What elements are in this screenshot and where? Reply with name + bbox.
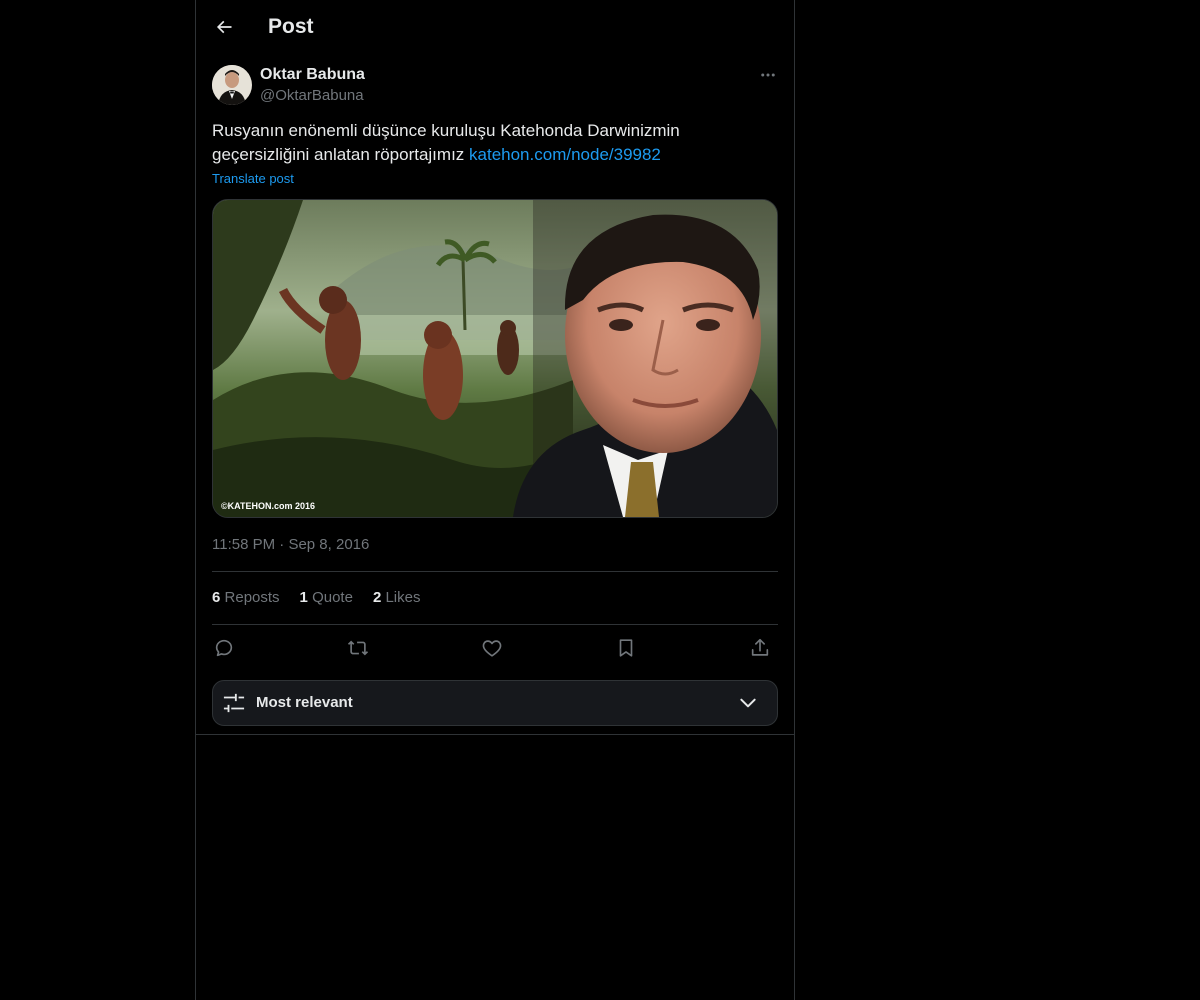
bookmark-button[interactable] bbox=[614, 636, 638, 660]
quote-count: 1 bbox=[299, 589, 308, 606]
back-button[interactable] bbox=[206, 9, 242, 45]
chevron-down-icon bbox=[740, 698, 756, 708]
post-stats: 6 Reposts 1 Quote 2 Likes bbox=[212, 588, 420, 608]
share-button[interactable] bbox=[748, 636, 772, 660]
reposts-count: 6 bbox=[212, 589, 221, 606]
likes-stat[interactable]: 2 Likes bbox=[373, 588, 421, 608]
bookmark-icon bbox=[619, 639, 633, 657]
translate-post-link[interactable]: Translate post bbox=[212, 170, 294, 188]
avatar[interactable] bbox=[212, 65, 252, 105]
quote-label: Quote bbox=[312, 589, 353, 606]
post-text: Rusyanın enönemli düşünce kuruluşu Kateh… bbox=[212, 119, 778, 167]
post-image[interactable]: ©KATEHON.com 2016 bbox=[212, 199, 778, 518]
reply-icon bbox=[215, 639, 233, 657]
post-column: Post Oktar Babuna @OktarBabuna Rusyanın … bbox=[195, 0, 795, 1000]
divider-bottom bbox=[212, 624, 778, 625]
author-name[interactable]: Oktar Babuna bbox=[260, 65, 365, 85]
repost-button[interactable] bbox=[346, 636, 370, 660]
heart-icon bbox=[482, 640, 502, 657]
page-title: Post bbox=[268, 15, 314, 38]
quote-stat[interactable]: 1 Quote bbox=[300, 588, 353, 608]
more-button[interactable] bbox=[754, 63, 782, 87]
post-link[interactable]: katehon.com/node/39982 bbox=[469, 145, 661, 164]
reposts-stat[interactable]: 6 Reposts bbox=[212, 588, 280, 608]
timestamp-separator: · bbox=[279, 536, 285, 553]
divider-top bbox=[212, 571, 778, 572]
like-button[interactable] bbox=[480, 636, 504, 660]
post-timestamp[interactable]: 11:58 PM · Sep 8, 2016 bbox=[212, 535, 369, 555]
more-horizontal-icon bbox=[761, 73, 775, 77]
section-divider bbox=[196, 734, 794, 735]
likes-label: Likes bbox=[385, 589, 421, 606]
sliders-icon bbox=[223, 693, 245, 713]
reply-button[interactable] bbox=[212, 636, 236, 660]
post-time: 11:58 PM bbox=[212, 536, 276, 553]
share-icon bbox=[751, 638, 769, 656]
page-header: Post bbox=[196, 0, 794, 54]
action-bar bbox=[212, 636, 778, 660]
repost-icon bbox=[347, 640, 369, 656]
post-image-illustration bbox=[213, 200, 777, 517]
likes-count: 2 bbox=[372, 589, 382, 606]
author-handle[interactable]: @OktarBabuna bbox=[260, 86, 364, 106]
avatar-portrait bbox=[212, 65, 252, 105]
reposts-label: Reposts bbox=[224, 589, 280, 606]
arrow-left-icon bbox=[216, 20, 232, 34]
media-caption: ©KATEHON.com 2016 bbox=[221, 501, 315, 511]
sort-label: Most relevant bbox=[256, 694, 353, 711]
post-date: Sep 8, 2016 bbox=[288, 536, 370, 553]
sort-replies-dropdown[interactable]: Most relevant bbox=[212, 680, 778, 726]
